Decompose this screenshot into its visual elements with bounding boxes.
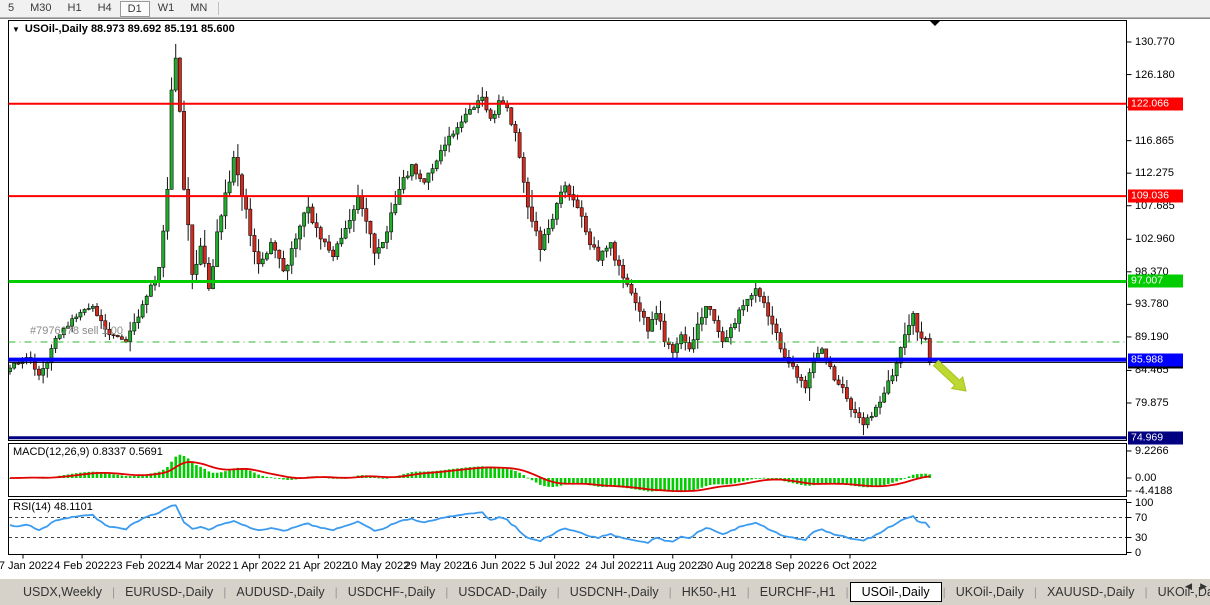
chart-tab-usdcad-daily[interactable]: USDCAD-,Daily	[449, 583, 555, 601]
chart-tab-eurchf-h1[interactable]: EURCHF-,H1	[751, 583, 845, 601]
chart-canvas	[0, 0, 1210, 605]
timeframe-button-w1[interactable]: W1	[150, 1, 183, 16]
chart-tab-usdchf-daily[interactable]: USDCHF-,Daily	[339, 583, 445, 601]
timeframe-button-mn[interactable]: MN	[182, 1, 215, 16]
tab-scroll-arrows: ◀ ▶	[1185, 581, 1207, 592]
chart-tab-hk50-h1[interactable]: HK50-,H1	[673, 583, 746, 601]
chart-tab-ukoil-daily[interactable]: UKOil-,Daily	[947, 583, 1033, 601]
timeframe-button-h1[interactable]: H1	[60, 1, 90, 16]
chart-tab-usdcnh-daily[interactable]: USDCNH-,Daily	[561, 583, 668, 601]
timeframe-button-5[interactable]: 5	[0, 1, 22, 16]
chart-tab-xauusd-daily[interactable]: XAUUSD-,Daily	[1038, 583, 1144, 601]
tab-scroll-right-icon[interactable]: ▶	[1200, 581, 1207, 592]
timeframe-button-d1[interactable]: D1	[120, 1, 150, 17]
tab-scroll-left-icon[interactable]: ◀	[1185, 581, 1192, 592]
trading-terminal: 5M30H1H4D1W1MN 130.770126.180121.590116.…	[0, 0, 1210, 605]
chart-tab-audusd-daily[interactable]: AUDUSD-,Daily	[227, 583, 333, 601]
timeframe-button-m30[interactable]: M30	[22, 1, 59, 16]
chart-tab-eurusd-daily[interactable]: EURUSD-,Daily	[116, 583, 222, 601]
toolbar-separator	[218, 2, 219, 15]
timeframe-toolbar: 5M30H1H4D1W1MN	[0, 0, 1210, 18]
chart-tab-usoil-daily[interactable]: USOil-,Daily	[850, 582, 942, 602]
chart-tab-usdx-weekly[interactable]: USDX,Weekly	[14, 583, 111, 601]
symbol-tab-bar: USDX,Weekly|EURUSD-,Daily|AUDUSD-,Daily|…	[0, 578, 1210, 605]
timeframe-button-h4[interactable]: H4	[90, 1, 120, 16]
